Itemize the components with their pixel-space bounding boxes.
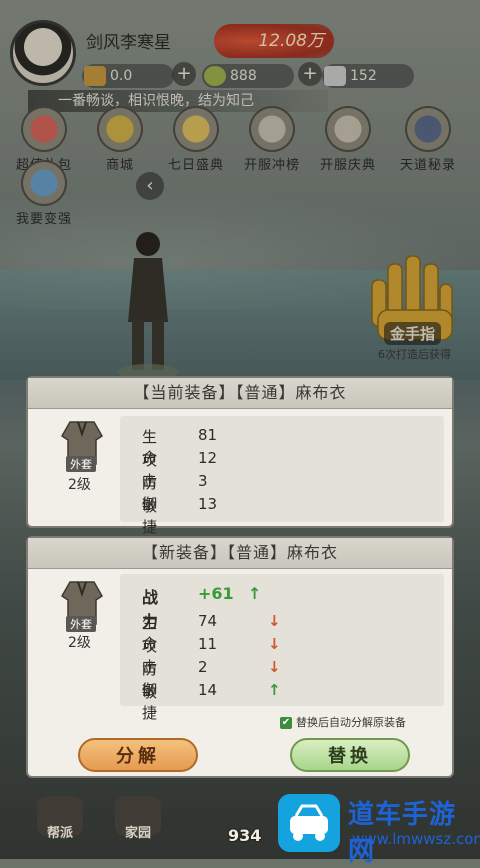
stat-value: 11 xyxy=(198,635,218,653)
nav-guild-label: 帮派 xyxy=(46,826,73,841)
stat-value: 81 xyxy=(198,426,218,444)
arrow-down-icon: ↓ xyxy=(268,658,281,676)
slot-tag: 外套 xyxy=(66,456,96,472)
stat-value: 14 xyxy=(198,681,218,699)
checkbox-checked-icon[interactable]: ✔ xyxy=(280,717,292,729)
stat-value: 2 xyxy=(198,658,208,676)
new-equipment-title: 【新装备】【普通】麻布衣 xyxy=(28,538,452,569)
new-stats-box: 战力 +61 ↑ 生命 74 ↓ 攻击 11 ↓ 防御 2 ↓ 敏捷 14 ↑ xyxy=(120,574,444,722)
stat-name: 敏捷 xyxy=(142,683,158,722)
stat-value: 74 xyxy=(198,612,218,630)
power-delta: +61 xyxy=(198,584,234,603)
arrow-down-icon: ↓ xyxy=(268,612,281,630)
item-level: 2级 xyxy=(68,635,91,651)
new-equipment-panel: 【新装备】【普通】麻布衣 外套 2级 战力 +61 ↑ 生命 74 ↓ 攻击 1… xyxy=(26,536,454,778)
nav-home[interactable]: 家园 xyxy=(108,796,168,856)
arrow-up-icon: ↑ xyxy=(248,584,262,603)
nav-home-label: 家园 xyxy=(124,826,151,841)
bottom-count: 934 xyxy=(228,826,262,845)
current-stats-box: 生命 81 攻击 12 防御 3 敏捷 13 xyxy=(120,416,444,536)
stat-value: 13 xyxy=(198,495,218,513)
nav-guild[interactable]: 帮派 xyxy=(30,796,90,856)
item-level: 2级 xyxy=(68,477,91,493)
slot-tag: 外套 xyxy=(66,616,96,632)
auto-decompose-label: 替换后自动分解原装备 xyxy=(296,716,406,729)
stat-name: 敏捷 xyxy=(142,497,158,536)
current-equipment-panel: 【当前装备】【普通】麻布衣 外套 2级 生命 81 攻击 12 防御 3 敏捷 … xyxy=(26,376,454,536)
watermark-url: www.lmwwsz.com xyxy=(352,830,480,848)
decompose-button[interactable]: 分解 xyxy=(78,738,198,772)
stat-value: 3 xyxy=(198,472,208,490)
auto-decompose-toggle[interactable]: ✔ 替换后自动分解原装备 xyxy=(280,714,406,730)
car-logo-icon xyxy=(278,794,340,852)
replace-button[interactable]: 替换 xyxy=(290,738,410,772)
current-equipment-title: 【当前装备】【普通】麻布衣 xyxy=(28,378,452,409)
stat-value: 12 xyxy=(198,449,218,467)
site-watermark: 道车手游网 www.lmwwsz.com xyxy=(272,792,480,867)
arrow-down-icon: ↓ xyxy=(268,635,281,653)
arrow-up-icon: ↑ xyxy=(268,681,281,699)
